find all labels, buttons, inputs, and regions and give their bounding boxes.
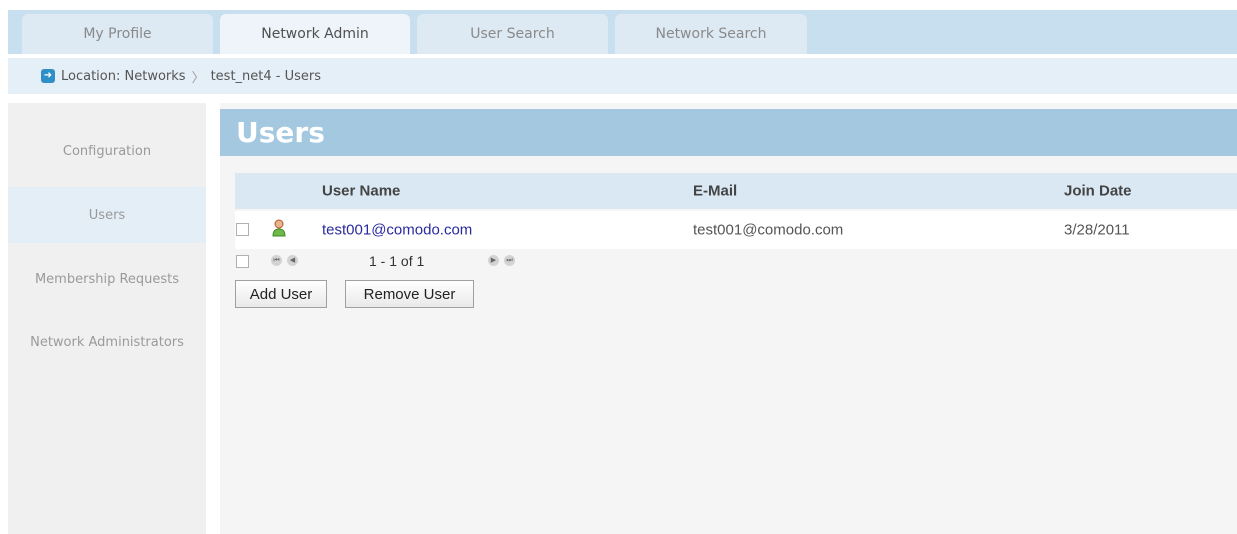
- tab-label: Network Search: [655, 26, 767, 42]
- column-header-user-name[interactable]: User Name: [322, 183, 400, 200]
- tab-label: My Profile: [83, 26, 152, 42]
- arrow-right-icon: ➜: [41, 69, 55, 83]
- breadcrumb-separator: 〉: [191, 70, 205, 86]
- breadcrumb-location-link[interactable]: Location: Networks: [61, 69, 186, 84]
- add-user-button[interactable]: Add User: [235, 280, 327, 308]
- pager-status: 1 - 1 of 1: [369, 253, 425, 269]
- join-date: 3/28/2011: [1064, 221, 1130, 239]
- main-panel: Users User Name E-Mail Join Date test001…: [220, 103, 1237, 534]
- tab-label: User Search: [470, 26, 555, 42]
- column-header-email[interactable]: E-Mail: [693, 183, 737, 200]
- user-icon: [272, 219, 286, 241]
- column-header-join-date[interactable]: Join Date: [1064, 183, 1132, 200]
- sidebar-item-label: Users: [88, 207, 126, 223]
- next-page-icon[interactable]: ▶: [488, 255, 499, 266]
- tab-network-admin[interactable]: Network Admin: [220, 14, 410, 54]
- page-title: Users: [220, 109, 1237, 156]
- tab-label: Network Admin: [261, 26, 369, 42]
- sidebar-item-label: Configuration: [62, 143, 152, 159]
- tab-user-search[interactable]: User Search: [417, 14, 608, 54]
- table-header: User Name E-Mail Join Date: [235, 173, 1237, 209]
- table-row: test001@comodo.com test001@comodo.com 3/…: [235, 211, 1237, 249]
- sidebar-item-network-administrators[interactable]: Network Administrators: [8, 314, 206, 370]
- sidebar-item-membership-requests[interactable]: Membership Requests: [8, 251, 206, 307]
- sidebar: Configuration Users Membership Requests …: [8, 103, 206, 534]
- remove-user-button[interactable]: Remove User: [345, 280, 474, 308]
- row-checkbox[interactable]: [236, 223, 249, 236]
- user-email: test001@comodo.com: [693, 221, 844, 239]
- select-all-checkbox[interactable]: [236, 255, 249, 268]
- prev-page-icon[interactable]: ◀: [287, 255, 298, 266]
- sidebar-item-label: Network Administrators: [30, 334, 184, 350]
- breadcrumb-current: test_net4 - Users: [210, 68, 322, 84]
- breadcrumb: ➜ Location: Networks 〉 test_net4 - Users: [8, 58, 1237, 94]
- tab-my-profile[interactable]: My Profile: [22, 14, 213, 54]
- tab-bar: My Profile Network Admin User Search Net…: [8, 10, 1237, 54]
- sidebar-item-users[interactable]: Users: [8, 187, 206, 243]
- sidebar-item-configuration[interactable]: Configuration: [8, 123, 206, 179]
- last-page-icon[interactable]: ⏭: [504, 255, 515, 266]
- sidebar-item-label: Membership Requests: [34, 271, 180, 287]
- user-name-link[interactable]: test001@comodo.com: [322, 222, 472, 239]
- tab-network-search[interactable]: Network Search: [615, 14, 807, 54]
- pager: ⏮ ◀ 1 - 1 of 1 ▶ ⏭: [235, 251, 635, 273]
- first-page-icon[interactable]: ⏮: [271, 255, 282, 266]
